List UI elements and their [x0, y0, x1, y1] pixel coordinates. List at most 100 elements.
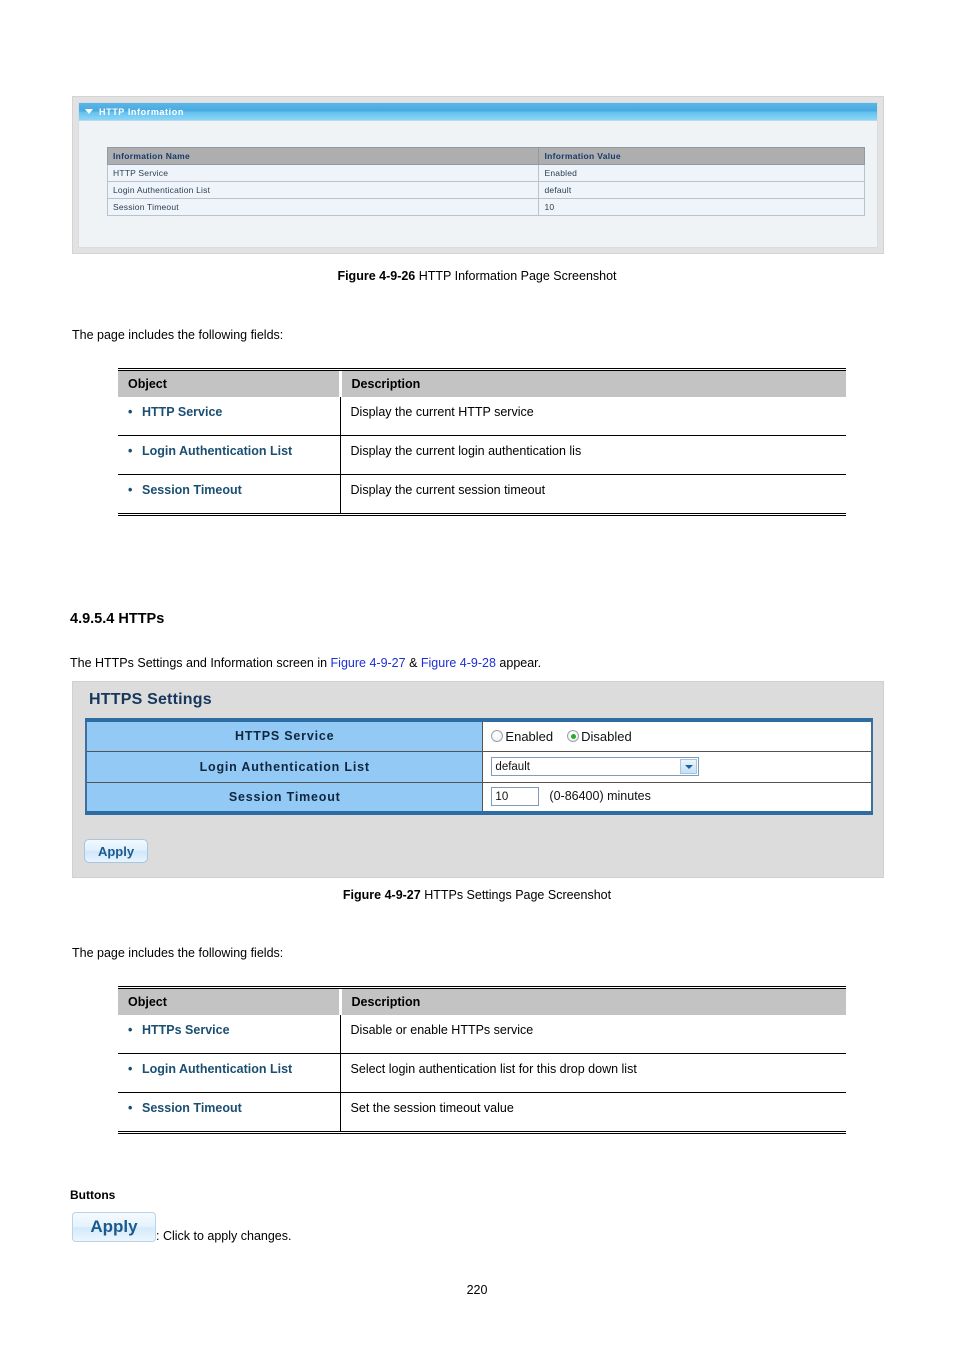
http-information-panel: HTTP Information Information Name Inform… — [78, 102, 878, 248]
figure-link-4-9-28[interactable]: Figure 4-9-28 — [421, 656, 496, 670]
object-label: HTTPs Service — [142, 1023, 230, 1037]
value-https-service: Enabled Disabled — [482, 719, 874, 752]
table-row: • Login Authentication List Display the c… — [118, 435, 846, 475]
triangle-down-icon[interactable] — [85, 109, 93, 114]
value-login-authentication-list: default — [482, 750, 874, 783]
radio-disabled-label: Disabled — [581, 728, 632, 744]
http-information-screenshot: HTTP Information Information Name Inform… — [72, 96, 884, 254]
column-header-object: Object — [118, 987, 342, 1015]
session-timeout-input[interactable]: 10 — [491, 787, 540, 807]
form-row-https-service: HTTPS Service Enabled Disabled — [85, 719, 874, 752]
table-header-row: Object Description — [118, 987, 846, 1015]
intro-text-part-3: appear. — [495, 656, 542, 670]
description-cell: Display the current session timeout — [350, 483, 546, 497]
column-header-information-name: Information Name — [106, 147, 540, 165]
object-label: Login Authentication List — [142, 444, 293, 458]
cell-value: Enabled — [538, 164, 865, 182]
radio-option-disabled[interactable]: Disabled — [567, 729, 632, 744]
column-header-description: Description — [340, 369, 846, 397]
document-page: HTTP Information Information Name Inform… — [0, 0, 954, 1350]
description-cell: Disable or enable HTTPs service — [340, 1015, 846, 1054]
radio-enabled-label: Enabled — [505, 728, 554, 744]
description-cell: Display the current HTTP service — [340, 397, 846, 436]
table-row: • Login Authentication List Select login … — [118, 1053, 846, 1093]
https-settings-title: HTTPS Settings — [89, 691, 212, 708]
description-cell: Set the session timeout value — [350, 1101, 514, 1115]
cell-name: Session Timeout — [106, 198, 540, 216]
object-description-table-1: Object Description • HTTP Service Display… — [118, 368, 846, 516]
table-row: Session Timeout 10 — [106, 198, 865, 216]
figure-2-caption-text: HTTPs Settings Page Screenshot — [420, 888, 612, 902]
column-header-description: Description — [340, 987, 846, 1015]
bullet-icon: • — [128, 444, 133, 458]
figure-1-caption-number: Figure 4-9-26 — [337, 269, 416, 283]
session-timeout-hint: (0-86400) minutes — [549, 789, 651, 804]
figure-2-caption: Figure 4-9-27 HTTPs Settings Page Screen… — [0, 888, 954, 902]
cell-value: default — [538, 181, 865, 199]
select-value-text: default — [495, 760, 530, 773]
object-cell: • Login Authentication List — [118, 1053, 341, 1093]
label-session-timeout: Session Timeout — [85, 781, 484, 814]
radio-enabled-icon[interactable] — [491, 730, 504, 743]
section-intro-paragraph: The HTTPs Settings and Information scree… — [70, 656, 541, 670]
apply-button-screenshot[interactable]: Apply — [84, 839, 148, 863]
figure-1-caption-text: HTTP Information Page Screenshot — [415, 269, 617, 283]
table-row: Login Authentication List default — [106, 181, 865, 199]
description-cell: Display the current login authentication… — [340, 435, 846, 475]
object-cell: • Login Authentication List — [118, 435, 341, 475]
object-label: HTTP Service — [142, 405, 223, 419]
intro-paragraph-1: The page includes the following fields: — [72, 328, 284, 342]
object-description-table-2: Object Description • HTTPs Service Disabl… — [118, 986, 846, 1134]
label-https-service: HTTPS Service — [85, 719, 484, 752]
value-session-timeout: 10 (0-86400) minutes — [482, 781, 874, 814]
object-label: Login Authentication List — [142, 1062, 293, 1076]
object-label: Session Timeout — [142, 483, 242, 497]
page-number: 220 — [466, 1283, 488, 1297]
table-row: HTTP Service Enabled — [106, 164, 865, 182]
intro-paragraph-2: The page includes the following fields: — [72, 946, 284, 960]
cell-name: Login Authentication List — [106, 181, 540, 199]
table-row: • Session Timeout Set the session timeout… — [118, 1092, 846, 1133]
section-heading: 4.9.5.4 HTTPs — [70, 611, 165, 627]
table-row: • HTTP Service Display the current HTTP s… — [118, 397, 846, 436]
chevron-down-icon[interactable] — [680, 759, 698, 774]
apply-button-description: : Click to apply changes. — [156, 1229, 292, 1243]
object-cell: • Session Timeout — [118, 474, 341, 515]
bullet-icon: • — [128, 1101, 133, 1115]
radio-option-enabled[interactable]: Enabled — [491, 729, 553, 744]
label-login-authentication-list: Login Authentication List — [85, 750, 484, 783]
http-information-header[interactable]: HTTP Information — [79, 103, 877, 121]
figure-2-caption-number: Figure 4-9-27 — [342, 888, 421, 902]
column-header-object: Object — [118, 369, 342, 397]
table-header-row: Information Name Information Value — [106, 147, 865, 165]
bullet-icon: • — [128, 1023, 133, 1037]
figure-link-4-9-27[interactable]: Figure 4-9-27 — [331, 656, 406, 670]
http-information-title: HTTP Information — [99, 106, 184, 117]
table-row: • HTTPs Service Disable or enable HTTPs s… — [118, 1015, 846, 1054]
table-row: • Session Timeout Display the current ses… — [118, 474, 846, 515]
cell-name: HTTP Service — [106, 164, 540, 182]
object-cell: • HTTPs Service — [118, 1015, 341, 1054]
login-authentication-list-select[interactable]: default — [491, 757, 700, 776]
cell-value: 10 — [538, 198, 865, 216]
bullet-icon: • — [128, 405, 133, 419]
buttons-heading: Buttons — [70, 1188, 116, 1202]
bullet-icon: • — [128, 1062, 133, 1076]
bullet-icon: • — [128, 483, 133, 497]
https-settings-screenshot: HTTPS Settings HTTPS Service Enabled Dis… — [72, 681, 884, 878]
apply-button-legend[interactable]: Apply — [72, 1212, 156, 1242]
https-service-radio-group[interactable]: Enabled Disabled — [491, 729, 870, 744]
object-cell: • Session Timeout — [118, 1092, 341, 1133]
object-cell: • HTTP Service — [118, 397, 341, 436]
http-information-table: Information Name Information Value HTTP … — [106, 147, 865, 216]
column-header-information-value: Information Value — [538, 147, 865, 165]
form-row-login-authentication-list: Login Authentication List default — [85, 750, 874, 783]
https-settings-form-table: HTTPS Service Enabled Disabled Login Aut… — [85, 718, 874, 815]
description-cell: Select login authentication list for thi… — [340, 1053, 846, 1093]
table-header-row: Object Description — [118, 369, 846, 397]
intro-text-part-2: & — [405, 656, 421, 670]
radio-disabled-icon[interactable] — [567, 730, 580, 743]
figure-1-caption: Figure 4-9-26 HTTP Information Page Scre… — [0, 269, 954, 283]
object-label: Session Timeout — [142, 1101, 242, 1115]
intro-text-part-1: The HTTPs Settings and Information scree… — [70, 656, 331, 670]
